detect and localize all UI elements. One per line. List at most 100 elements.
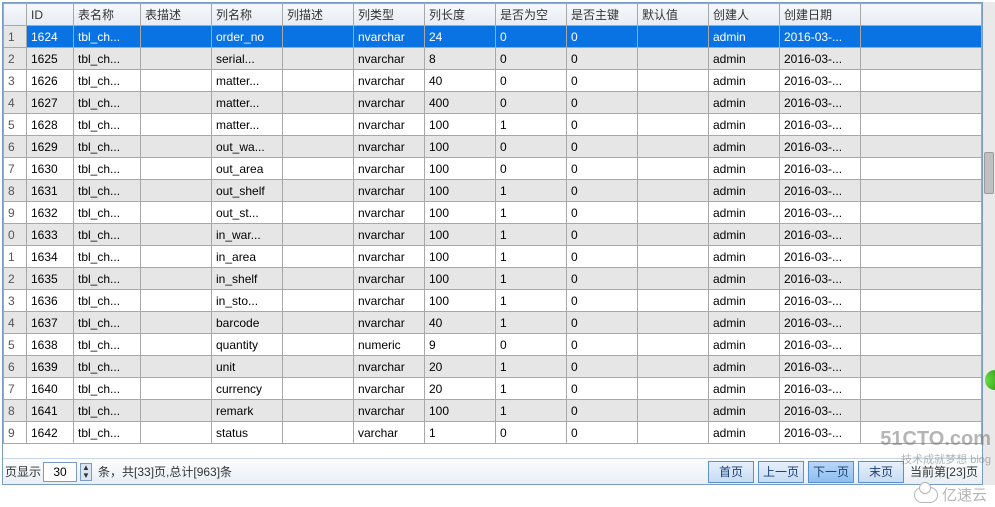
cell-col-desc[interactable] xyxy=(283,290,354,312)
table-row[interactable]: 31626tbl_ch...matter...nvarchar4000admin… xyxy=(4,70,982,92)
cell-table-name[interactable]: tbl_ch... xyxy=(74,378,141,400)
cell-creator[interactable]: admin xyxy=(709,180,780,202)
cell-id[interactable]: 1628 xyxy=(27,114,74,136)
table-row[interactable]: 31636tbl_ch...in_sto...nvarchar10010admi… xyxy=(4,290,982,312)
cell-col-desc[interactable] xyxy=(283,202,354,224)
cell-is-pk[interactable]: 0 xyxy=(567,158,638,180)
cell-table-name[interactable]: tbl_ch... xyxy=(74,312,141,334)
cell-is-null[interactable]: 0 xyxy=(496,48,567,70)
cell-table-desc[interactable] xyxy=(141,180,212,202)
cell-is-null[interactable]: 0 xyxy=(496,334,567,356)
cell-col-type[interactable]: nvarchar xyxy=(354,246,425,268)
cell-is-null[interactable]: 1 xyxy=(496,246,567,268)
cell-is-null[interactable]: 1 xyxy=(496,290,567,312)
cell-table-desc[interactable] xyxy=(141,202,212,224)
col-id[interactable]: ID xyxy=(27,4,74,26)
cell-col-type[interactable]: nvarchar xyxy=(354,400,425,422)
col-default[interactable]: 默认值 xyxy=(638,4,709,26)
data-grid[interactable]: ID 表名称 表描述 列名称 列描述 列类型 列长度 是否为空 是否主键 默认值… xyxy=(3,3,982,459)
cell-col-name[interactable]: in_sto... xyxy=(212,290,283,312)
cell-id[interactable]: 1630 xyxy=(27,158,74,180)
cell-default[interactable] xyxy=(638,158,709,180)
table-row[interactable]: 81641tbl_ch...remarknvarchar10010admin20… xyxy=(4,400,982,422)
cell-col-desc[interactable] xyxy=(283,158,354,180)
cell-create-date[interactable]: 2016-03-... xyxy=(780,26,861,48)
cell-col-len[interactable]: 100 xyxy=(425,290,496,312)
cell-is-null[interactable]: 0 xyxy=(496,136,567,158)
cell-col-type[interactable]: nvarchar xyxy=(354,224,425,246)
cell-is-null[interactable]: 0 xyxy=(496,422,567,444)
cell-create-date[interactable]: 2016-03-... xyxy=(780,224,861,246)
cell-col-desc[interactable] xyxy=(283,312,354,334)
cell-is-pk[interactable]: 0 xyxy=(567,378,638,400)
cell-col-name[interactable]: out_st... xyxy=(212,202,283,224)
cell-creator[interactable]: admin xyxy=(709,224,780,246)
cell-is-pk[interactable]: 0 xyxy=(567,70,638,92)
cell-is-null[interactable]: 1 xyxy=(496,400,567,422)
cell-table-desc[interactable] xyxy=(141,356,212,378)
table-row[interactable]: 61639tbl_ch...unitnvarchar2010admin2016-… xyxy=(4,356,982,378)
cell-col-name[interactable]: out_wa... xyxy=(212,136,283,158)
cell-col-name[interactable]: currency xyxy=(212,378,283,400)
cell-col-len[interactable]: 100 xyxy=(425,246,496,268)
cell-default[interactable] xyxy=(638,202,709,224)
cell-col-desc[interactable] xyxy=(283,114,354,136)
cell-id[interactable]: 1634 xyxy=(27,246,74,268)
cell-table-name[interactable]: tbl_ch... xyxy=(74,334,141,356)
cell-is-pk[interactable]: 0 xyxy=(567,246,638,268)
cell-create-date[interactable]: 2016-03-... xyxy=(780,422,861,444)
cell-id[interactable]: 1635 xyxy=(27,268,74,290)
table-row[interactable]: 01633tbl_ch...in_war...nvarchar10010admi… xyxy=(4,224,982,246)
cell-creator[interactable]: admin xyxy=(709,290,780,312)
cell-col-name[interactable]: quantity xyxy=(212,334,283,356)
cell-col-type[interactable]: nvarchar xyxy=(354,356,425,378)
col-table-desc[interactable]: 表描述 xyxy=(141,4,212,26)
cell-create-date[interactable]: 2016-03-... xyxy=(780,202,861,224)
cell-default[interactable] xyxy=(638,26,709,48)
cell-col-len[interactable]: 8 xyxy=(425,48,496,70)
cell-creator[interactable]: admin xyxy=(709,400,780,422)
cell-col-type[interactable]: nvarchar xyxy=(354,70,425,92)
cell-table-name[interactable]: tbl_ch... xyxy=(74,356,141,378)
cell-col-type[interactable]: varchar xyxy=(354,422,425,444)
cell-is-pk[interactable]: 0 xyxy=(567,26,638,48)
cell-col-len[interactable]: 20 xyxy=(425,356,496,378)
cell-table-desc[interactable] xyxy=(141,334,212,356)
cell-id[interactable]: 1632 xyxy=(27,202,74,224)
cell-col-name[interactable]: order_no xyxy=(212,26,283,48)
cell-table-name[interactable]: tbl_ch... xyxy=(74,400,141,422)
cell-creator[interactable]: admin xyxy=(709,312,780,334)
cell-id[interactable]: 1640 xyxy=(27,378,74,400)
cell-is-null[interactable]: 1 xyxy=(496,356,567,378)
cell-col-type[interactable]: nvarchar xyxy=(354,290,425,312)
table-row[interactable]: 91642tbl_ch...statusvarchar100admin2016-… xyxy=(4,422,982,444)
table-row[interactable]: 21635tbl_ch...in_shelfnvarchar10010admin… xyxy=(4,268,982,290)
cell-table-desc[interactable] xyxy=(141,312,212,334)
cell-col-name[interactable]: matter... xyxy=(212,92,283,114)
cell-table-name[interactable]: tbl_ch... xyxy=(74,180,141,202)
col-col-name[interactable]: 列名称 xyxy=(212,4,283,26)
cell-col-desc[interactable] xyxy=(283,356,354,378)
cell-create-date[interactable]: 2016-03-... xyxy=(780,114,861,136)
cell-table-name[interactable]: tbl_ch... xyxy=(74,92,141,114)
cell-col-desc[interactable] xyxy=(283,224,354,246)
cell-col-len[interactable]: 100 xyxy=(425,400,496,422)
cell-default[interactable] xyxy=(638,400,709,422)
cell-col-len[interactable]: 100 xyxy=(425,180,496,202)
cell-table-name[interactable]: tbl_ch... xyxy=(74,268,141,290)
cell-is-pk[interactable]: 0 xyxy=(567,202,638,224)
cell-id[interactable]: 1639 xyxy=(27,356,74,378)
cell-table-name[interactable]: tbl_ch... xyxy=(74,202,141,224)
cell-col-name[interactable]: in_area xyxy=(212,246,283,268)
cell-default[interactable] xyxy=(638,312,709,334)
cell-col-len[interactable]: 100 xyxy=(425,158,496,180)
cell-col-desc[interactable] xyxy=(283,92,354,114)
cell-id[interactable]: 1629 xyxy=(27,136,74,158)
cell-is-null[interactable]: 0 xyxy=(496,70,567,92)
cell-col-name[interactable]: serial... xyxy=(212,48,283,70)
cell-col-len[interactable]: 9 xyxy=(425,334,496,356)
cell-is-pk[interactable]: 0 xyxy=(567,136,638,158)
cell-table-desc[interactable] xyxy=(141,422,212,444)
cell-creator[interactable]: admin xyxy=(709,268,780,290)
cell-col-name[interactable]: matter... xyxy=(212,70,283,92)
